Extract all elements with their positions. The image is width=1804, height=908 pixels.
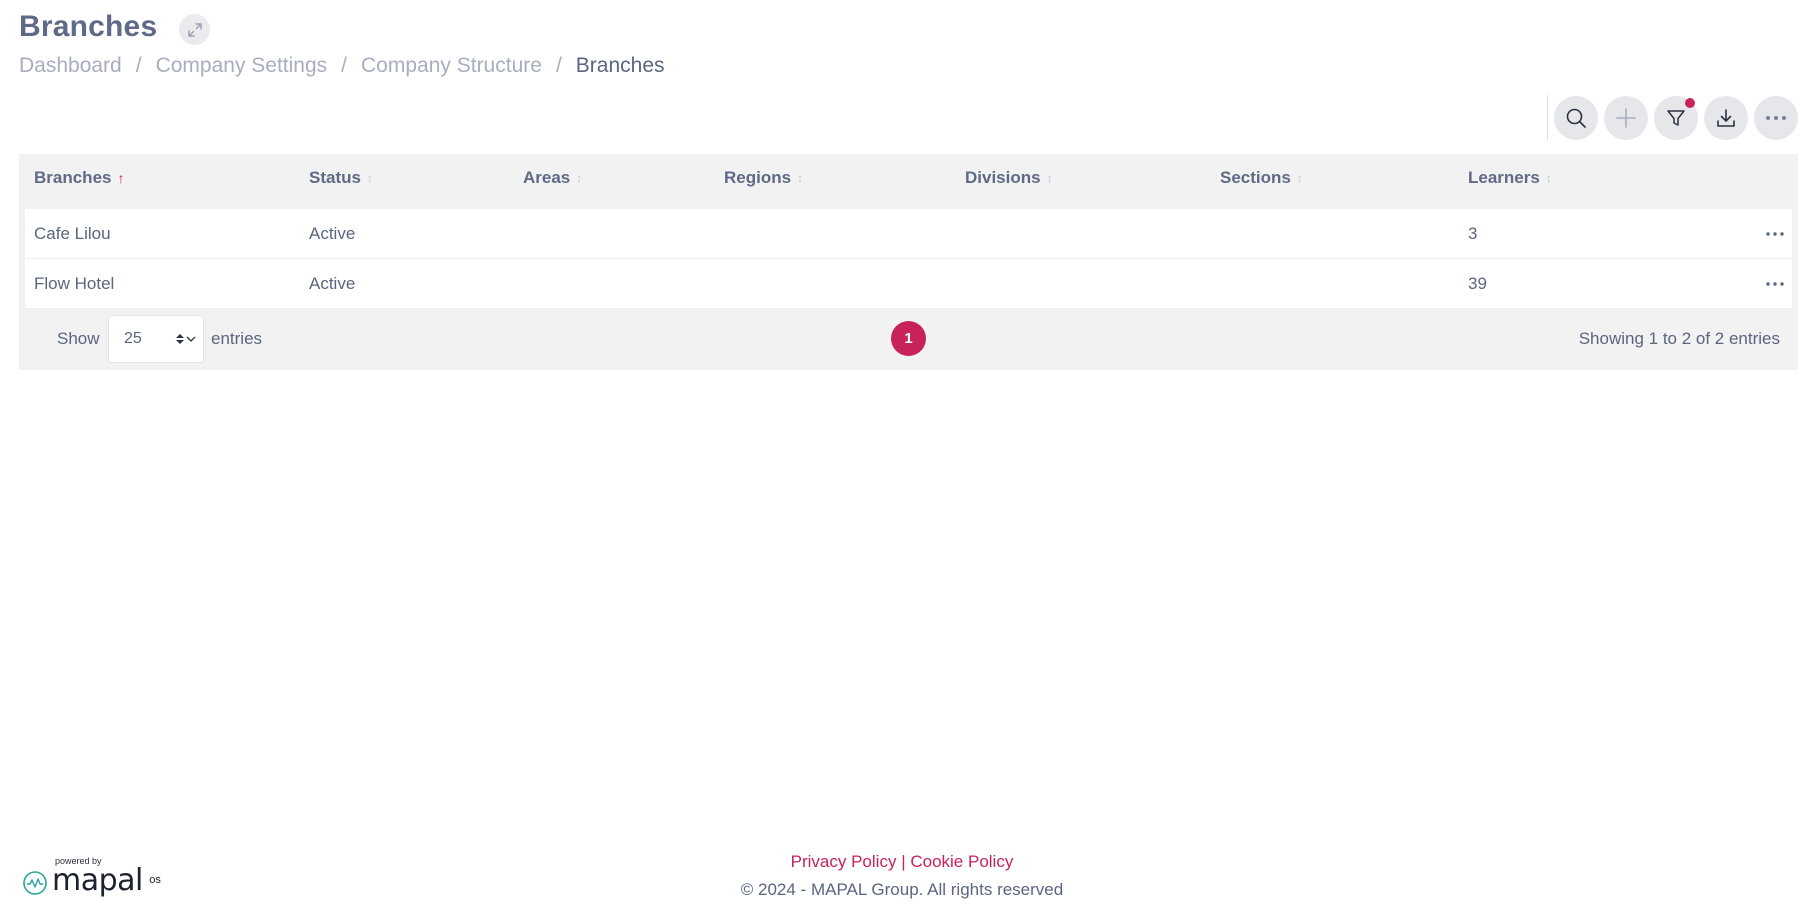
column-label: Sections [1220,168,1291,187]
entries-value: 25 [124,330,142,347]
cell-status: Active [309,223,356,243]
branches-table: Branches ↑ Status ↕ Areas ↕ Regions ↕ Di… [19,154,1798,370]
footer-links: Privacy Policy | Cookie Policy [0,852,1804,872]
page-footer: Privacy Policy | Cookie Policy © 2024 - … [0,852,1804,900]
cell-branch: Cafe Lilou [34,223,111,243]
sort-icon: ↕ [1545,171,1552,185]
column-label: Branches [34,168,112,187]
row-actions-button[interactable] [1766,259,1784,308]
plus-icon [1616,108,1636,128]
entries-per-page-select[interactable]: 25 [108,315,204,363]
cookie-policy-link[interactable]: Cookie Policy [910,852,1013,871]
select-arrows-icon [176,334,196,344]
table-row[interactable]: Cafe Lilou Active 3 [25,209,1792,259]
breadcrumb-company-structure[interactable]: Company Structure [361,54,542,78]
sort-ascending-icon: ↑ [117,170,125,186]
page-button-current[interactable]: 1 [891,321,926,356]
show-label: Show [57,329,100,348]
footer-divider: | [901,852,906,871]
cell-learners: 39 [1468,273,1487,293]
column-header-divisions[interactable]: Divisions ↕ [965,154,1053,202]
add-button[interactable] [1604,96,1648,140]
more-options-button[interactable] [1754,96,1798,140]
sort-icon: ↕ [1046,171,1053,185]
column-label: Regions [724,168,792,187]
column-header-areas[interactable]: Areas ↕ [523,154,582,202]
expand-icon [188,22,202,37]
page-title: Branches [19,9,158,43]
more-icon [1766,116,1786,120]
sort-icon: ↕ [797,171,804,185]
breadcrumb-company-settings[interactable]: Company Settings [156,54,328,78]
title-row: Branches [19,8,211,45]
column-header-sections[interactable]: Sections ↕ [1220,154,1303,202]
breadcrumb-separator: / [341,54,348,77]
download-icon [1717,109,1735,127]
cell-learners: 3 [1468,223,1478,243]
breadcrumb-separator: / [555,54,562,77]
filter-icon [1667,110,1685,126]
breadcrumb-dashboard[interactable]: Dashboard [19,54,122,78]
column-header-learners[interactable]: Learners ↕ [1468,154,1552,202]
entries-label: entries [211,329,263,348]
copyright-text: © 2024 - MAPAL Group. All rights reserve… [740,880,1064,899]
column-label: Status [309,168,361,187]
column-header-regions[interactable]: Regions ↕ [724,154,803,202]
entries-summary: Showing 1 to 2 of 2 entries [1578,329,1780,348]
row-actions-button[interactable] [1766,209,1784,258]
table-footer: Show 25 entries 1 Showing 1 to 2 of 2 en… [19,309,1798,370]
filter-button[interactable] [1654,96,1698,140]
more-icon [1766,231,1784,236]
column-label: Learners [1468,168,1540,187]
sort-icon: ↕ [366,171,373,185]
column-header-branches[interactable]: Branches ↑ [34,154,124,202]
more-icon [1766,281,1784,286]
filter-active-badge [1685,98,1695,108]
sort-icon: ↕ [576,171,583,185]
expand-button[interactable] [179,14,211,45]
table-body: Cafe Lilou Active 3 Flow Hotel Active 39 [19,202,1798,309]
column-header-status[interactable]: Status ↕ [309,154,373,202]
download-button[interactable] [1704,96,1748,140]
breadcrumb: Dashboard / Company Settings / Company S… [19,54,665,78]
toolbar [1547,95,1798,141]
search-icon [1566,108,1586,128]
cell-status: Active [309,273,356,293]
sort-icon: ↕ [1296,171,1303,185]
privacy-policy-link[interactable]: Privacy Policy [791,852,897,871]
search-button[interactable] [1554,96,1598,140]
table-header: Branches ↑ Status ↕ Areas ↕ Regions ↕ Di… [19,154,1798,202]
column-label: Areas [523,168,571,187]
table-row[interactable]: Flow Hotel Active 39 [25,259,1792,309]
breadcrumb-separator: / [135,54,142,77]
breadcrumb-branches: Branches [575,54,665,77]
column-label: Divisions [965,168,1041,187]
cell-branch: Flow Hotel [34,273,115,293]
toolbar-divider [1547,95,1548,141]
